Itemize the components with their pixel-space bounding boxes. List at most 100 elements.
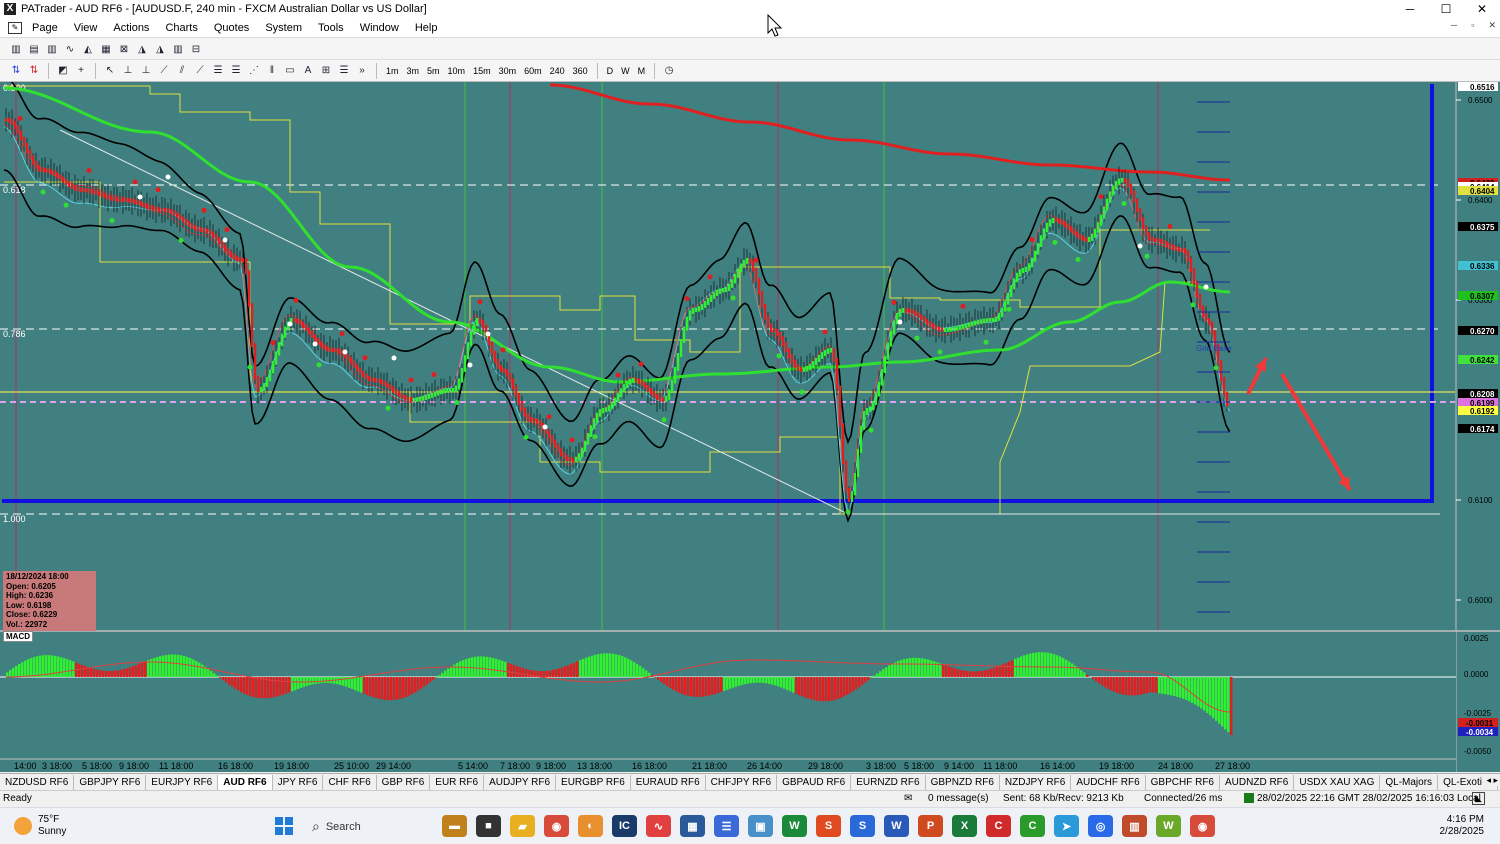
timeframe-daily[interactable]: D [604, 66, 617, 76]
mdi-minimize-button[interactable]: ─ [1451, 20, 1457, 31]
chart-app-icon[interactable]: W [782, 815, 807, 837]
timeframe-5m[interactable]: 5m [424, 66, 443, 76]
timeframe-3m[interactable]: 3m [404, 66, 423, 76]
tab-audchf-rf6[interactable]: AUDCHF RF6 [1071, 774, 1146, 790]
pnf-chart-icon[interactable]: ⊠ [116, 41, 132, 57]
chrome2-icon[interactable]: ◉ [1190, 815, 1215, 837]
c-red-app-icon[interactable]: C [986, 815, 1011, 837]
file-explorer-icon[interactable]: ▰ [510, 815, 535, 837]
buy-sell-icon[interactable]: ⇅ [8, 63, 24, 79]
price-chart[interactable]: 0.500 0.618 0.786 1.000 Grid Base 0.6500 0.640… [0, 82, 1500, 772]
timeframe-360[interactable]: 360 [570, 66, 591, 76]
candle-chart-icon[interactable]: ▤ [26, 41, 42, 57]
levels-icon[interactable]: ☰ [336, 63, 352, 79]
grid-icon[interactable]: ⊞ [318, 63, 334, 79]
menu-charts[interactable]: Charts [157, 22, 205, 34]
briefcase2-app-icon[interactable]: ▥ [1122, 815, 1147, 837]
tab-eur-rf6[interactable]: EUR RF6 [430, 774, 485, 790]
close-button[interactable]: ✕ [1464, 0, 1500, 18]
kagi-chart-icon[interactable]: ◮ [134, 41, 150, 57]
line-chart-icon[interactable]: ∿ [62, 41, 78, 57]
text-tool-icon[interactable]: A [300, 63, 316, 79]
timeframe-15m[interactable]: 15m [470, 66, 494, 76]
tab-usdx-xau-xag[interactable]: USDX XAU XAG [1294, 774, 1381, 790]
tab-eurnzd-rf6[interactable]: EURNZD RF6 [851, 774, 926, 790]
telegram-icon[interactable]: ➤ [1054, 815, 1079, 837]
chrome-icon[interactable]: ◉ [544, 815, 569, 837]
mdi-restore-button[interactable]: ▫ [1471, 20, 1474, 31]
clock-icon[interactable]: ◷ [661, 63, 677, 79]
menu-help[interactable]: Help [407, 22, 446, 34]
s-red-app-icon[interactable]: S [816, 815, 841, 837]
menu-quotes[interactable]: Quotes [206, 22, 257, 34]
excel-icon[interactable]: X [952, 815, 977, 837]
chart-canvas[interactable]: 0.5000.6180.7861.000Grid Base0.65000.640… [0, 82, 1500, 772]
c-green-app-icon[interactable]: C [1020, 815, 1045, 837]
timeframe-240[interactable]: 240 [547, 66, 568, 76]
dark-app-icon[interactable]: ■ [476, 815, 501, 837]
area-chart-icon[interactable]: ◭ [80, 41, 96, 57]
menu-tools[interactable]: Tools [310, 22, 352, 34]
orange-app-icon[interactable]: ◐ [578, 815, 603, 837]
ohlc-chart-icon[interactable]: ▥ [44, 41, 60, 57]
w-green-app-icon[interactable]: W [1156, 815, 1181, 837]
s-blue-app-icon[interactable]: S [850, 815, 875, 837]
crosshair-icon[interactable]: + [73, 63, 89, 79]
menu-window[interactable]: Window [352, 22, 407, 34]
maximize-button[interactable]: ☐ [1428, 0, 1464, 18]
trendline-icon[interactable]: ⟋ [156, 63, 172, 79]
patrader-icon[interactable]: ∿ [646, 815, 671, 837]
powerpoint-icon[interactable]: P [918, 815, 943, 837]
channel-icon[interactable]: ⫽ [174, 63, 190, 79]
pointer-icon[interactable]: ↖ [102, 63, 118, 79]
system-clock[interactable]: 4:16 PM 2/28/2025 [1440, 814, 1485, 838]
tab-audnzd-rf6[interactable]: AUDNZD RF6 [1220, 774, 1295, 790]
briefcase-app-icon[interactable]: ▬ [442, 815, 467, 837]
fib-retracement-icon[interactable]: ☰ [210, 63, 226, 79]
taskbar-search[interactable]: ⌕ Search [304, 813, 434, 840]
heikin-chart-icon[interactable]: ▥ [170, 41, 186, 57]
hline-icon[interactable]: ⊥ [120, 63, 136, 79]
tab-jpy-rf6[interactable]: JPY RF6 [273, 774, 324, 790]
weather-widget[interactable]: 75°F Sunny [14, 814, 66, 838]
word-icon[interactable]: W [884, 815, 909, 837]
tab-gbpaud-rf6[interactable]: GBPAUD RF6 [777, 774, 852, 790]
menu-actions[interactable]: Actions [105, 22, 157, 34]
tab-euraud-rf6[interactable]: EURAUD RF6 [631, 774, 706, 790]
menu-view[interactable]: View [66, 22, 106, 34]
tab-chfjpy-rf6[interactable]: CHFJPY RF6 [706, 774, 778, 790]
calculator-icon[interactable]: ▦ [680, 815, 705, 837]
linebreak-chart-icon[interactable]: ◮ [152, 41, 168, 57]
screen-app-icon[interactable]: ▣ [748, 815, 773, 837]
indicator-icon[interactable]: ◩ [55, 63, 71, 79]
rectangle-icon[interactable]: ▭ [282, 63, 298, 79]
profile-chart-icon[interactable]: ⊟ [188, 41, 204, 57]
tab-chf-rf6[interactable]: CHF RF6 [323, 774, 377, 790]
tab-gbpchf-rf6[interactable]: GBPCHF RF6 [1146, 774, 1220, 790]
windows-start-icon[interactable] [275, 817, 293, 835]
vline-icon[interactable]: ⊥ [138, 63, 154, 79]
menu-system[interactable]: System [257, 22, 310, 34]
fib-extension-icon[interactable]: ☰ [228, 63, 244, 79]
renko-chart-icon[interactable]: ▦ [98, 41, 114, 57]
tab-nzdjpy-rf6[interactable]: NZDJPY RF6 [1000, 774, 1072, 790]
tab-gbpjpy-rf6[interactable]: GBPJPY RF6 [74, 774, 147, 790]
resize-grip-icon[interactable]: ◣ [1472, 792, 1485, 805]
mdi-close-button[interactable]: ✕ [1488, 20, 1496, 31]
tab-ql-majors[interactable]: QL-Majors [1380, 774, 1439, 790]
tab-gbp-rf6[interactable]: GBP RF6 [377, 774, 431, 790]
tab-scroll-arrows[interactable]: ◂ ▸ [1482, 775, 1498, 786]
trade-icon[interactable]: ⇅ [26, 63, 42, 79]
cycle-lines-icon[interactable]: ‖ [264, 63, 280, 79]
timeframe-monthly[interactable]: M [635, 66, 649, 76]
tab-gbpnzd-rf6[interactable]: GBPNZD RF6 [926, 774, 1000, 790]
bar-chart-icon[interactable]: ▥ [8, 41, 24, 57]
fib-fan-icon[interactable]: ⟋ [192, 63, 208, 79]
timeframe-30m[interactable]: 30m [496, 66, 520, 76]
more-tools-icon[interactable]: » [354, 63, 370, 79]
tab-audjpy-rf6[interactable]: AUDJPY RF6 [484, 774, 557, 790]
tab-aud-rf6[interactable]: AUD RF6 [218, 774, 273, 790]
gann-icon[interactable]: ⋰ [246, 63, 262, 79]
timeframe-1m[interactable]: 1m [383, 66, 402, 76]
zoom-icon[interactable]: ◎ [1088, 815, 1113, 837]
